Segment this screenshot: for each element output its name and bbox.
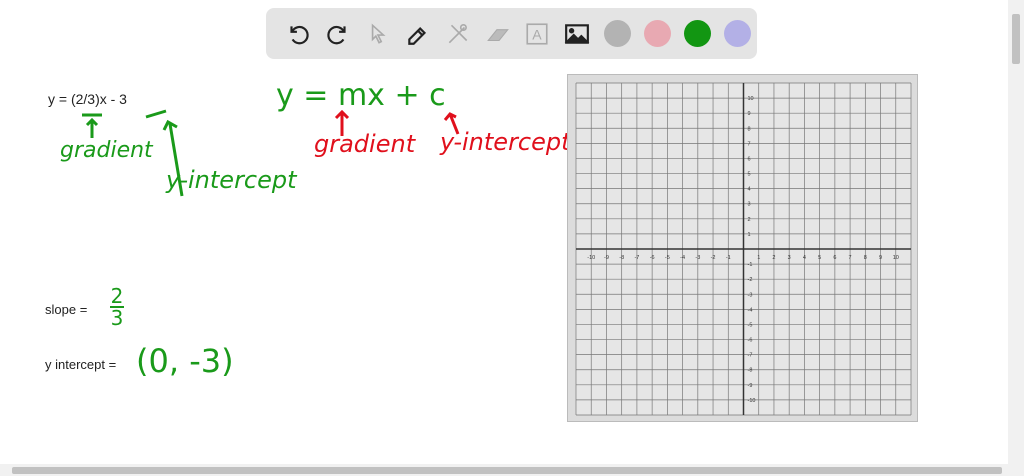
coordinate-grid: -10 -9 -8 -7 -6 -5 -4 -3 -2 -1 1 2 3 4 5 6 7 8 9 10 -10 -9 -8 -… bbox=[575, 82, 912, 416]
y-tick-label: -9 bbox=[748, 383, 753, 389]
eraser-icon bbox=[486, 28, 509, 41]
cursor-icon bbox=[371, 23, 386, 44]
y-tick-label: -10 bbox=[748, 398, 756, 404]
y-tick-label: 9 bbox=[748, 111, 751, 117]
image-button[interactable] bbox=[557, 14, 597, 54]
redo-icon bbox=[327, 25, 346, 44]
slope-numerator: 2 bbox=[110, 284, 124, 308]
y-tick-label: 3 bbox=[748, 202, 751, 208]
yint-label-red: y-intercept bbox=[440, 128, 571, 156]
eraser-button[interactable] bbox=[478, 14, 518, 54]
y-tick-label: -3 bbox=[748, 292, 753, 298]
undo-icon bbox=[290, 25, 309, 44]
text-button[interactable]: A bbox=[518, 14, 558, 54]
x-tick-label: -6 bbox=[650, 255, 655, 261]
tools-button[interactable] bbox=[438, 14, 478, 54]
x-tick-label: -8 bbox=[619, 255, 624, 261]
y-tick-label: -7 bbox=[748, 353, 753, 359]
graph-paper-image: -10 -9 -8 -7 -6 -5 -4 -3 -2 -1 1 2 3 4 5 6 7 8 9 10 -10 -9 -8 -… bbox=[567, 74, 918, 422]
y-tick-label: 10 bbox=[748, 96, 754, 102]
x-tick-label: -5 bbox=[665, 255, 670, 261]
y-tick-label: 2 bbox=[748, 217, 751, 223]
x-tick-label: 4 bbox=[803, 255, 806, 261]
redo-button[interactable] bbox=[318, 14, 358, 54]
pen-icon bbox=[407, 26, 426, 45]
y-tick-label: -4 bbox=[748, 307, 753, 313]
color-green[interactable] bbox=[677, 14, 717, 54]
horizontal-scroll-thumb[interactable] bbox=[12, 467, 1002, 474]
x-tick-label: -3 bbox=[695, 255, 700, 261]
undo-button[interactable] bbox=[278, 14, 318, 54]
yint-label: y intercept = bbox=[45, 357, 117, 372]
select-button[interactable] bbox=[358, 14, 398, 54]
y-tick-label: -6 bbox=[748, 338, 753, 344]
color-gray[interactable] bbox=[597, 14, 637, 54]
toolbar: A bbox=[266, 8, 757, 59]
vertical-scrollbar[interactable] bbox=[1008, 0, 1024, 464]
yint-value: (0, -3) bbox=[136, 342, 234, 380]
slope-fraction: 2 3 bbox=[110, 286, 124, 328]
y-tick-label: -2 bbox=[748, 277, 753, 283]
slope-denominator: 3 bbox=[110, 306, 124, 330]
x-tick-label: 2 bbox=[772, 255, 775, 261]
tools-icon bbox=[448, 23, 467, 43]
gradient-label-red: gradient bbox=[314, 130, 416, 158]
x-tick-label: 5 bbox=[818, 255, 821, 261]
x-tick-label: -1 bbox=[726, 255, 731, 261]
y-tick-label: -1 bbox=[748, 262, 753, 268]
gradient-label-green: gradient bbox=[60, 138, 153, 163]
x-tick-label: 9 bbox=[879, 255, 882, 261]
yint-label-green: y-intercept bbox=[166, 166, 297, 194]
vertical-scroll-thumb[interactable] bbox=[1012, 14, 1020, 64]
image-icon bbox=[565, 23, 590, 44]
x-tick-label: 10 bbox=[893, 255, 899, 261]
color-lavender[interactable] bbox=[717, 14, 757, 54]
y-tick-label: -8 bbox=[748, 368, 753, 374]
text-tool-label: A bbox=[533, 26, 543, 42]
x-tick-label: 6 bbox=[833, 255, 836, 261]
y-tick-label: 1 bbox=[748, 232, 751, 238]
x-tick-label: -10 bbox=[587, 255, 595, 261]
color-pink[interactable] bbox=[637, 14, 677, 54]
slope-label: slope = bbox=[45, 302, 88, 317]
pen-button[interactable] bbox=[398, 14, 438, 54]
x-tick-label: -4 bbox=[680, 255, 685, 261]
x-tick-label: -7 bbox=[634, 255, 639, 261]
horizontal-scrollbar[interactable] bbox=[0, 464, 1024, 476]
y-tick-label: 7 bbox=[748, 141, 751, 147]
x-tick-label: 3 bbox=[788, 255, 791, 261]
y-tick-label: 6 bbox=[748, 156, 751, 162]
y-tick-label: 8 bbox=[748, 126, 751, 132]
y-tick-label: 4 bbox=[748, 187, 751, 193]
x-tick-label: 7 bbox=[849, 255, 852, 261]
y-tick-label: -5 bbox=[748, 322, 753, 328]
text-icon: A bbox=[526, 22, 549, 45]
y-tick-label: 5 bbox=[748, 172, 751, 178]
x-tick-label: 8 bbox=[864, 255, 867, 261]
x-tick-label: -9 bbox=[604, 255, 609, 261]
x-tick-label: -2 bbox=[711, 255, 716, 261]
x-tick-label: 1 bbox=[757, 255, 760, 261]
equation-text: y = (2/3)x - 3 bbox=[48, 91, 127, 107]
